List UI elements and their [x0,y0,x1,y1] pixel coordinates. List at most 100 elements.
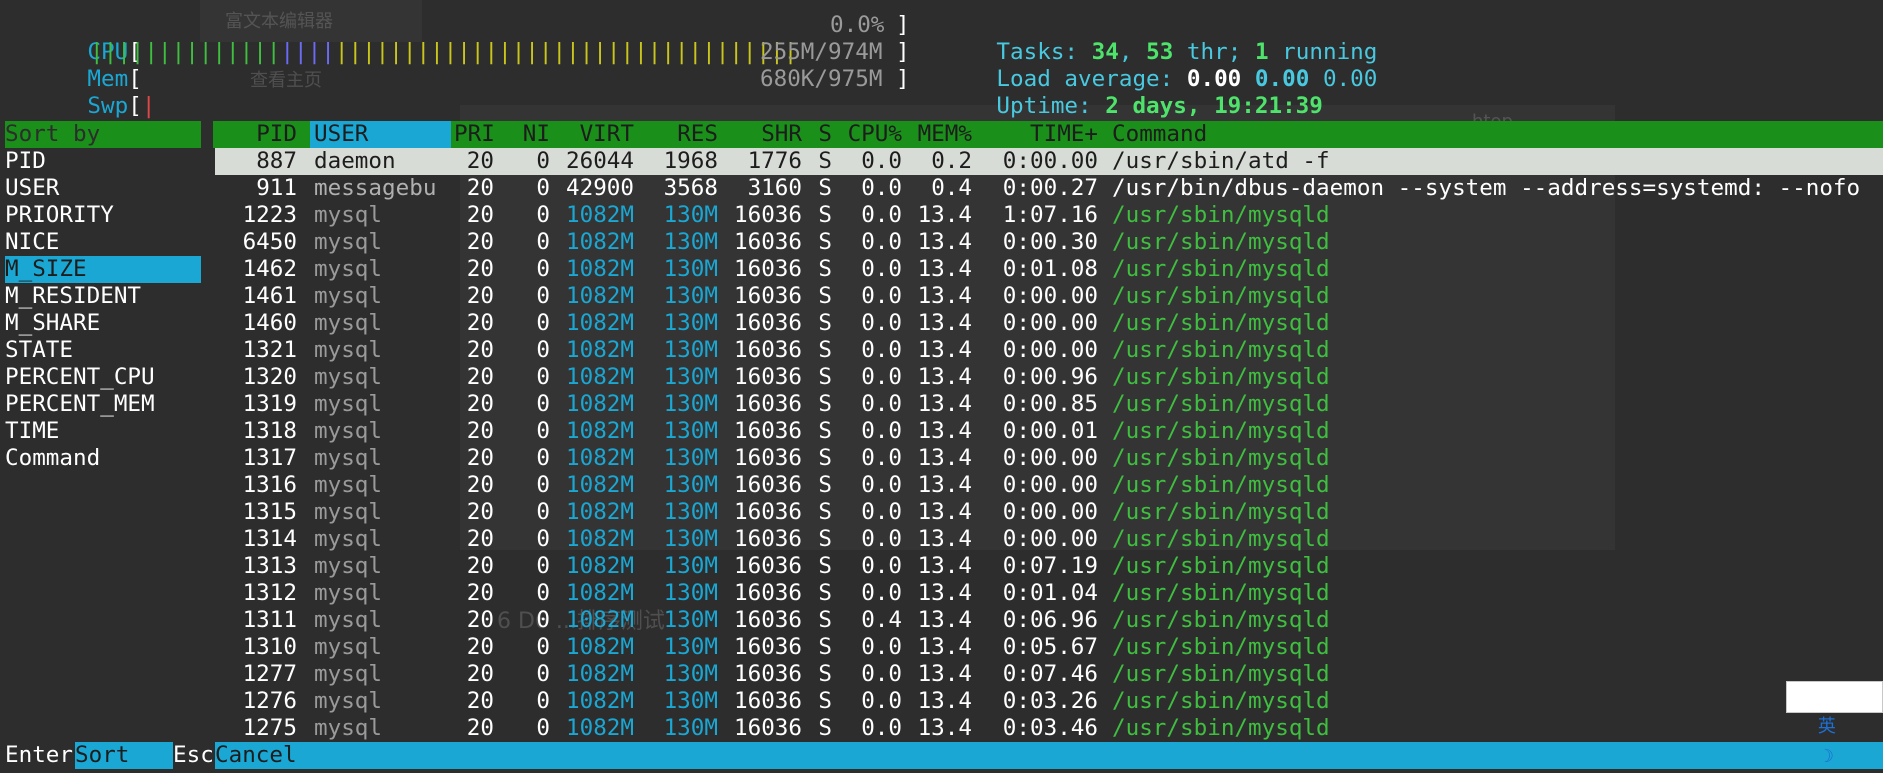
process-time: 0:06.96 [1002,607,1098,633]
process-pri: 20 [466,472,494,498]
process-user: mysql [314,229,383,255]
process-res: 130M [663,256,718,282]
process-pri: 20 [466,391,494,417]
sort-option-percent-cpu[interactable]: PERCENT_CPU [5,364,155,391]
column-header-user[interactable]: USER [314,121,454,148]
process-shr: 16036 [733,364,802,390]
process-time: 0:00.00 [1002,337,1098,363]
process-virt: 1082M [565,364,634,390]
process-res: 130M [663,418,718,444]
process-time: 0:00.27 [1002,175,1098,201]
process-s: S [818,445,832,471]
process-res: 130M [663,364,718,390]
column-header-cpu[interactable]: CPU% [832,121,902,148]
process-mem: 0.4 [931,175,972,201]
process-virt: 1082M [565,526,634,552]
process-res: 130M [663,472,718,498]
process-shr: 1776 [747,148,802,174]
process-s: S [818,661,832,687]
process-s: S [818,715,832,741]
sort-option-state[interactable]: STATE [5,337,73,364]
column-header-time[interactable]: TIME+ [972,121,1098,148]
process-shr: 16036 [733,634,802,660]
column-header-res[interactable]: RES [634,121,718,148]
process-virt: 1082M [565,418,634,444]
column-header-cmd[interactable]: Command [1112,121,1882,148]
footer-cancel-button[interactable]: Cancel [215,742,297,769]
process-res: 130M [663,607,718,633]
process-cpu: 0.0 [861,526,902,552]
sort-option-m-resident[interactable]: M_RESIDENT [5,283,141,310]
process-res: 130M [663,634,718,660]
process-cmd: /usr/bin/dbus-daemon --system --address=… [1112,175,1861,201]
process-res: 130M [663,661,718,687]
process-pri: 20 [466,526,494,552]
process-res: 130M [663,688,718,714]
process-pri: 20 [466,418,494,444]
sort-option-command[interactable]: Command [5,445,100,472]
process-cpu: 0.0 [861,715,902,741]
process-shr: 16036 [733,256,802,282]
sort-option-m-size[interactable]: M_SIZE [5,256,87,283]
column-header-pid[interactable]: PID [215,121,297,148]
footer-key-enter: Enter [5,742,74,768]
process-s: S [818,337,832,363]
process-cpu: 0.0 [861,472,902,498]
sort-option-priority[interactable]: PRIORITY [5,202,114,229]
column-header-s[interactable]: S [802,121,832,148]
process-pid: 1317 [242,445,297,471]
column-header-shr[interactable]: SHR [718,121,802,148]
htop-terminal[interactable]: 富文本编辑器 查看主页 6 D6 ...排序测试 htop CPU[ 0.0% … [0,0,1883,773]
process-ni: 0 [536,526,550,552]
process-virt: 1082M [565,607,634,633]
process-res: 130M [663,499,718,525]
process-pri: 20 [466,202,494,228]
process-pid: 1223 [242,202,297,228]
process-user: mysql [314,256,383,282]
process-user: mysql [314,499,383,525]
footer-key-esc: Esc [173,742,214,768]
process-s: S [818,472,832,498]
process-pid: 1460 [242,310,297,336]
process-pid: 1319 [242,391,297,417]
column-header-virt[interactable]: VIRT [550,121,634,148]
process-ni: 0 [536,256,550,282]
sort-option-nice[interactable]: NICE [5,229,59,256]
process-shr: 16036 [733,283,802,309]
process-pid: 1320 [242,364,297,390]
column-header-mem[interactable]: MEM% [902,121,972,148]
ime-indicator[interactable]: 英 ☽ °, [1786,681,1883,767]
process-mem: 13.4 [917,661,972,687]
swp-meter-label: Swp [87,93,129,119]
sort-option-user[interactable]: USER [5,175,59,202]
sort-option-m-share[interactable]: M_SHARE [5,310,100,337]
process-res: 130M [663,715,718,741]
process-shr: 16036 [733,337,802,363]
process-cmd: /usr/sbin/mysqld [1112,472,1330,498]
process-ni: 0 [536,283,550,309]
process-virt: 1082M [565,472,634,498]
process-cpu: 0.0 [861,337,902,363]
process-pid: 1277 [242,661,297,687]
column-header-pri[interactable]: PRI [454,121,495,148]
process-s: S [818,688,832,714]
process-shr: 16036 [733,499,802,525]
process-ni: 0 [536,202,550,228]
sort-option-pid[interactable]: PID [5,148,46,175]
sort-option-time[interactable]: TIME [5,418,59,445]
process-user: mysql [314,688,383,714]
process-mem: 13.4 [917,526,972,552]
sort-option-percent-mem[interactable]: PERCENT_MEM [5,391,155,418]
process-user: mysql [314,337,383,363]
process-pri: 20 [466,445,494,471]
process-res: 130M [663,553,718,579]
process-s: S [818,256,832,282]
process-time: 0:01.04 [1002,580,1098,606]
process-ni: 0 [536,580,550,606]
process-virt: 1082M [565,580,634,606]
column-header-ni[interactable]: NI [494,121,550,148]
process-virt: 1082M [565,553,634,579]
process-shr: 16036 [733,526,802,552]
footer-sort-button[interactable]: Sort [75,742,129,769]
load-15min: 0.00 [1322,66,1378,92]
